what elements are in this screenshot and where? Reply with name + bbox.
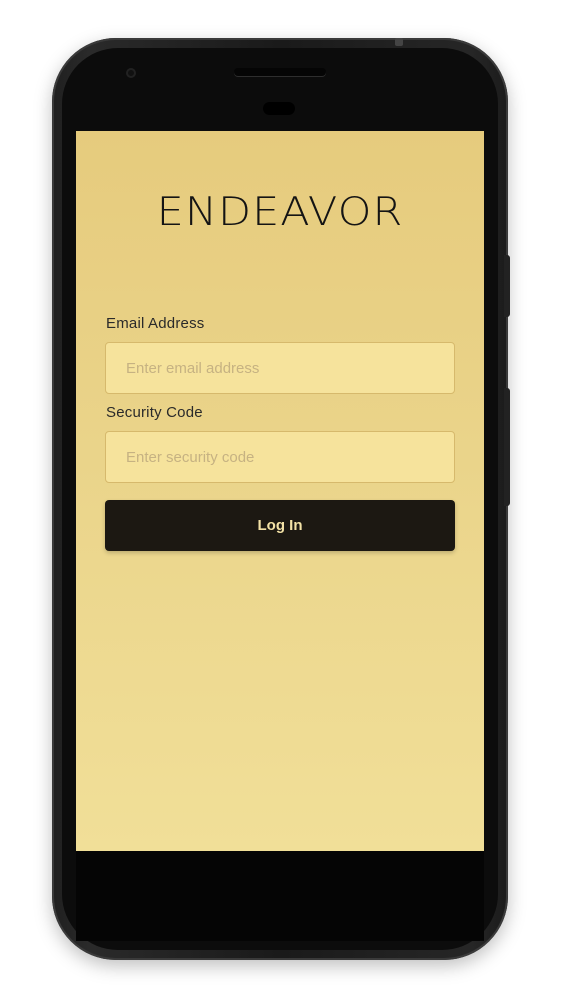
top-antenna-notch <box>395 38 403 46</box>
email-label: Email Address <box>106 315 205 332</box>
security-code-label: Security Code <box>106 404 203 421</box>
security-code-field[interactable] <box>105 431 455 483</box>
camera-icon <box>126 68 136 78</box>
power-button <box>504 255 510 317</box>
phone-chin <box>76 851 484 941</box>
sensor-icon <box>263 102 295 115</box>
volume-button <box>504 388 510 506</box>
app-logo: ENDEAVOR <box>156 189 404 235</box>
email-field[interactable] <box>105 342 455 394</box>
device-stage: ENDEAVOR Email Address Security Code Log… <box>0 0 563 1000</box>
login-button[interactable]: Log In <box>105 500 455 551</box>
speaker-grille-icon <box>234 68 326 76</box>
app-screen: ENDEAVOR Email Address Security Code Log… <box>76 131 484 851</box>
